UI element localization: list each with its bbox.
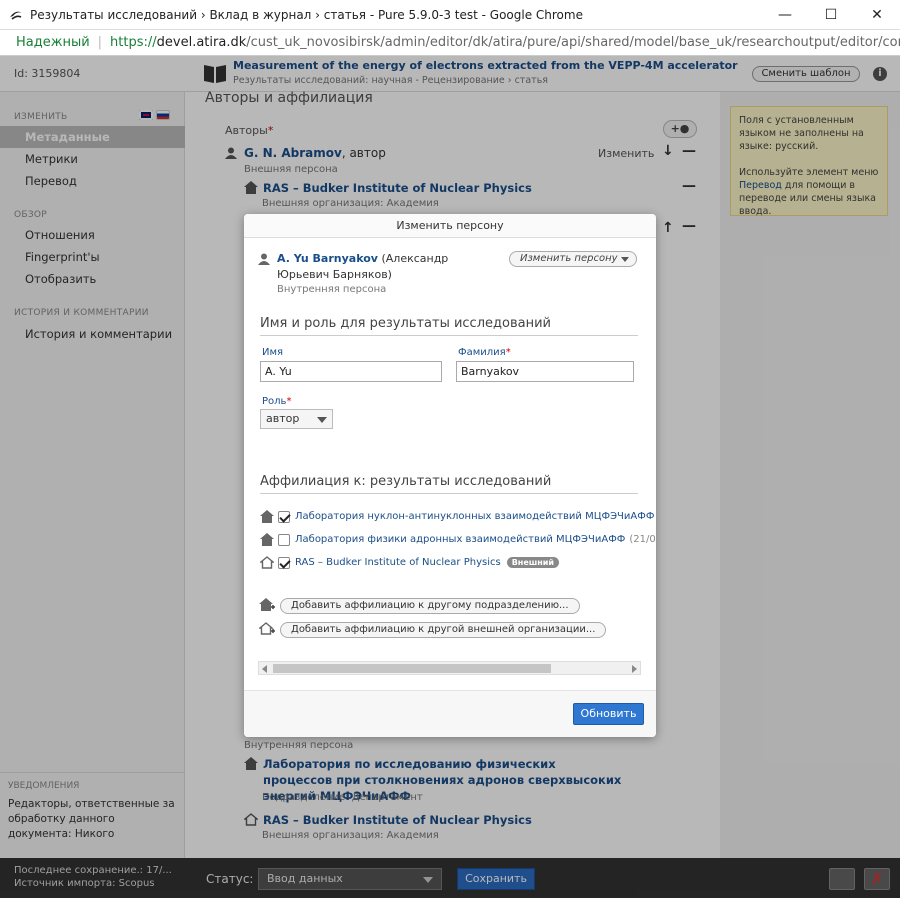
secure-label: Надежный xyxy=(16,35,90,50)
home-icon xyxy=(260,533,274,546)
affiliation-date: (21/04 xyxy=(629,534,656,545)
address-separator: | xyxy=(97,35,103,50)
affiliation-name: Лаборатория физики адронных взаимодейств… xyxy=(295,534,626,545)
browser-titlebar: Результаты исследований › Вклад в журнал… xyxy=(0,0,900,30)
dialog-title: Изменить персону xyxy=(244,214,656,238)
minimize-button[interactable]: — xyxy=(762,0,808,30)
affiliation-checkbox[interactable] xyxy=(278,510,290,523)
last-name-label-text: Фамилия xyxy=(458,347,506,358)
dialog-person-text: A. Yu Barnyakov (Александр Юрьевич Барня… xyxy=(277,251,502,283)
change-person-label: Изменить персону xyxy=(520,253,618,264)
affiliation-heading: Аффилиация к: результаты исследований xyxy=(260,474,638,494)
last-name-input[interactable]: Barnyakov xyxy=(456,361,634,382)
horizontal-scrollbar[interactable] xyxy=(258,661,641,675)
person-icon xyxy=(258,253,270,265)
affiliation-name: Лаборатория нуклон-антинуклонных взаимод… xyxy=(295,511,655,522)
dialog-person: A. Yu Barnyakov (Александр Юрьевич Барня… xyxy=(258,251,502,283)
maximize-button[interactable]: ☐ xyxy=(808,0,854,30)
affiliation-name: RAS – Budker Institute of Nuclear Physic… xyxy=(295,557,501,568)
scrollbar-thumb[interactable] xyxy=(273,664,551,673)
role-label: Роль* xyxy=(262,396,292,407)
scroll-left-icon[interactable] xyxy=(262,665,267,673)
affiliation-item: RAS – Budker Institute of Nuclear Physic… xyxy=(260,556,559,569)
affiliation-checkbox[interactable] xyxy=(278,556,290,569)
affiliation-item: Лаборатория нуклон-антинуклонных взаимод… xyxy=(260,510,656,523)
chevron-down-icon xyxy=(317,417,327,423)
affiliation-checkbox[interactable] xyxy=(278,533,290,546)
role-value: автор xyxy=(266,412,300,425)
external-badge: Внешний xyxy=(506,557,559,568)
first-name-label: Имя xyxy=(262,347,284,358)
close-window-button[interactable]: ✕ xyxy=(854,0,900,30)
role-label-text: Роль xyxy=(262,396,287,407)
dialog-footer: Обновить xyxy=(244,690,656,737)
url-scheme: https:// xyxy=(110,35,157,50)
pure-logo-icon xyxy=(10,11,22,20)
window-title: Результаты исследований › Вклад в журнал… xyxy=(30,7,583,22)
address-bar[interactable]: Надежный | https://devel.atira.dk/cust_u… xyxy=(0,30,900,56)
last-name-label: Фамилия* xyxy=(458,347,511,358)
scroll-right-icon[interactable] xyxy=(632,665,637,673)
name-role-heading: Имя и роль для результаты исследований xyxy=(260,316,638,336)
first-name-input[interactable]: A. Yu xyxy=(260,361,442,382)
edit-person-dialog: Изменить персону A. Yu Barnyakov (Алекса… xyxy=(244,214,656,737)
add-external-home-icon xyxy=(259,622,275,635)
home-outline-icon xyxy=(260,556,274,569)
url-path: /cust_uk_novosibirsk/admin/editor/dk/ati… xyxy=(246,35,900,50)
add-home-icon xyxy=(259,598,275,611)
url-host: devel.atira.dk xyxy=(156,35,247,50)
change-person-button[interactable]: Изменить персону xyxy=(509,251,637,267)
add-internal-affiliation-button[interactable]: Добавить аффилиацию к другому подразделе… xyxy=(280,598,580,614)
update-button[interactable]: Обновить xyxy=(573,703,644,725)
add-external-affiliation-button[interactable]: Добавить аффилиацию к другой внешней орг… xyxy=(280,622,607,638)
home-icon xyxy=(260,510,274,523)
affiliation-item: Лаборатория физики адронных взаимодейств… xyxy=(260,533,656,546)
role-select[interactable]: автор xyxy=(260,409,333,429)
chevron-down-icon xyxy=(621,257,629,262)
dialog-person-name[interactable]: A. Yu Barnyakov xyxy=(277,252,378,265)
dialog-person-type: Внутренняя персона xyxy=(277,284,387,295)
